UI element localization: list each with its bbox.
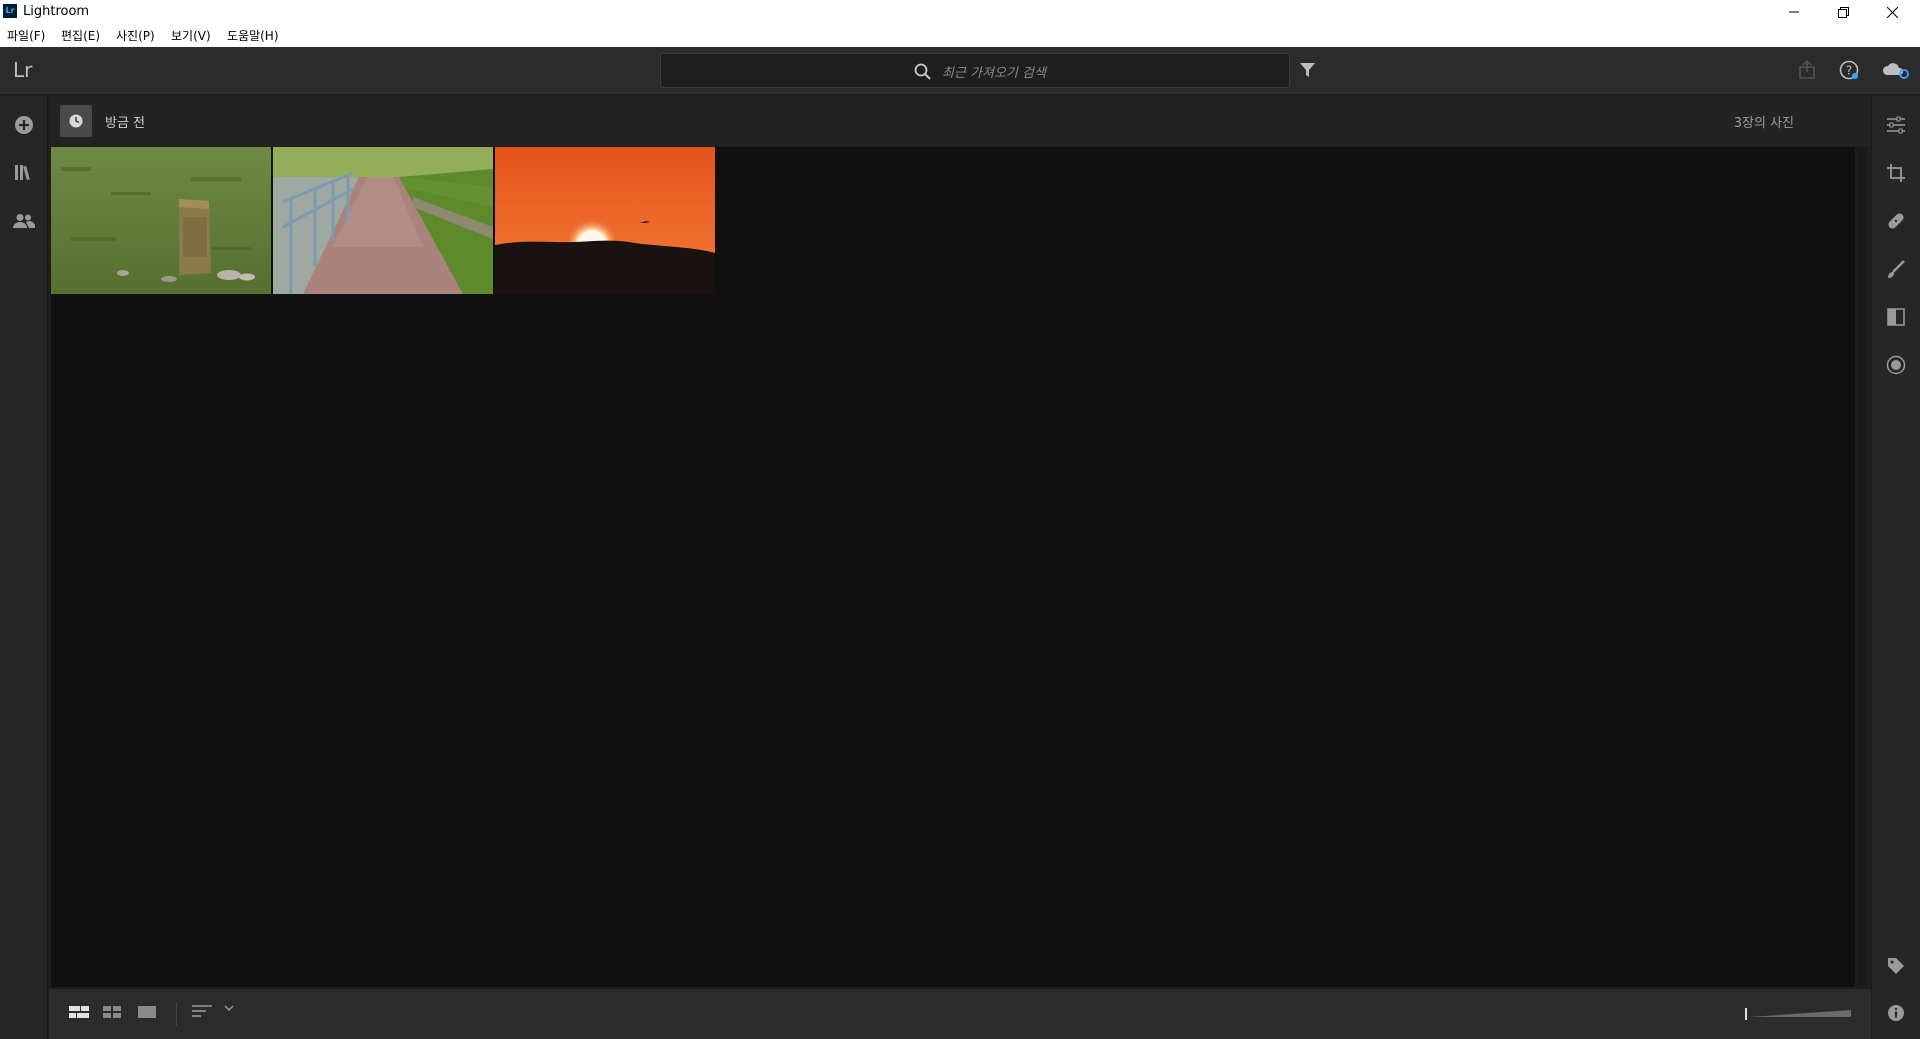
linear-gradient-icon <box>1887 308 1905 326</box>
photo-count: 3장의 사진 <box>1733 116 1794 131</box>
restore-icon <box>1837 6 1849 18</box>
close-button[interactable] <box>1869 0 1915 24</box>
grid-view-icon <box>69 1006 89 1018</box>
left-sidebar <box>0 96 48 1039</box>
filter-icon[interactable] <box>1300 62 1315 81</box>
brush-button[interactable] <box>1884 257 1908 281</box>
info-icon <box>1888 1005 1904 1021</box>
square-grid-icon <box>103 1006 121 1018</box>
bandage-icon <box>1888 213 1904 229</box>
tag-icon <box>1888 958 1904 974</box>
brush-icon <box>1888 260 1905 278</box>
edit-button[interactable] <box>1884 113 1908 137</box>
single-view-icon <box>138 1006 156 1018</box>
photo-grid-panel: 방금 전 3장의 사진 <box>49 96 1871 988</box>
menu-edit[interactable]: 편집(E) <box>61 27 100 44</box>
photo-thumbnail[interactable] <box>495 147 715 294</box>
healing-button[interactable] <box>1884 209 1908 233</box>
lr-logo: Lr <box>13 58 33 82</box>
thumbnail-size-slider[interactable] <box>1745 1005 1855 1023</box>
thumbnail-grid <box>51 147 1855 987</box>
menu-bar: 파일(F) 편집(E) 사진(P) 보기(V) 도움말(H) <box>0 24 1920 47</box>
square-grid-view-button[interactable] <box>102 1004 122 1020</box>
chevron-down-icon <box>224 1005 234 1012</box>
radial-gradient-button[interactable] <box>1884 353 1908 377</box>
people-button[interactable] <box>12 209 36 233</box>
people-icon <box>13 214 35 228</box>
crop-icon <box>1887 164 1905 182</box>
window-title: Lightroom <box>23 4 90 19</box>
group-label: 방금 전 <box>105 116 146 131</box>
grid-scrollbar[interactable] <box>1857 147 1867 987</box>
group-header: 방금 전 3장의 사진 <box>49 96 1871 146</box>
add-icon <box>15 116 33 134</box>
photo-grid-view-button[interactable] <box>69 1004 89 1020</box>
menu-file[interactable]: 파일(F) <box>7 27 45 44</box>
restore-button[interactable] <box>1820 0 1866 24</box>
toolbar-divider <box>176 1002 177 1026</box>
menu-photo[interactable]: 사진(P) <box>116 27 155 44</box>
linear-gradient-button[interactable] <box>1884 305 1908 329</box>
search-placeholder: 최근 가져오기 검색 <box>942 66 1046 81</box>
cloud-sync-icon[interactable] <box>1882 60 1910 84</box>
radial-gradient-icon <box>1886 355 1906 375</box>
add-photos-button[interactable] <box>12 113 36 137</box>
library-button[interactable] <box>12 160 36 184</box>
clock-icon <box>69 114 83 128</box>
sliders-icon <box>1887 116 1905 134</box>
crop-button[interactable] <box>1884 161 1908 185</box>
top-toolbar: Lr 최근 가져오기 검색 ? <box>0 47 1920 95</box>
search-input[interactable]: 최근 가져오기 검색 <box>660 53 1290 88</box>
right-sidebar <box>1871 96 1920 1039</box>
detail-view-button[interactable] <box>137 1004 157 1020</box>
help-icon[interactable]: ? <box>1839 60 1859 84</box>
svg-text:?: ? <box>1846 64 1852 78</box>
bottom-toolbar <box>49 988 1871 1039</box>
search-icon <box>914 63 931 84</box>
library-icon <box>15 165 30 181</box>
sort-button[interactable] <box>191 1004 213 1018</box>
lightroom-app-icon: Lr <box>3 4 17 18</box>
share-icon[interactable] <box>1798 59 1816 84</box>
keywords-button[interactable] <box>1884 954 1908 978</box>
minimize-icon <box>1789 11 1799 13</box>
menu-view[interactable]: 보기(V) <box>171 27 211 44</box>
photo-thumbnail[interactable] <box>51 147 271 294</box>
sort-icon <box>192 1005 212 1017</box>
menu-help[interactable]: 도움말(H) <box>227 27 279 44</box>
window-titlebar: Lr Lightroom <box>0 0 1920 24</box>
info-button[interactable] <box>1884 1001 1908 1025</box>
minimize-button[interactable] <box>1771 0 1817 24</box>
close-icon <box>1886 6 1898 18</box>
photo-thumbnail[interactable] <box>273 147 493 294</box>
recent-import-button[interactable] <box>60 105 92 137</box>
sort-dropdown-button[interactable] <box>224 1004 234 1012</box>
